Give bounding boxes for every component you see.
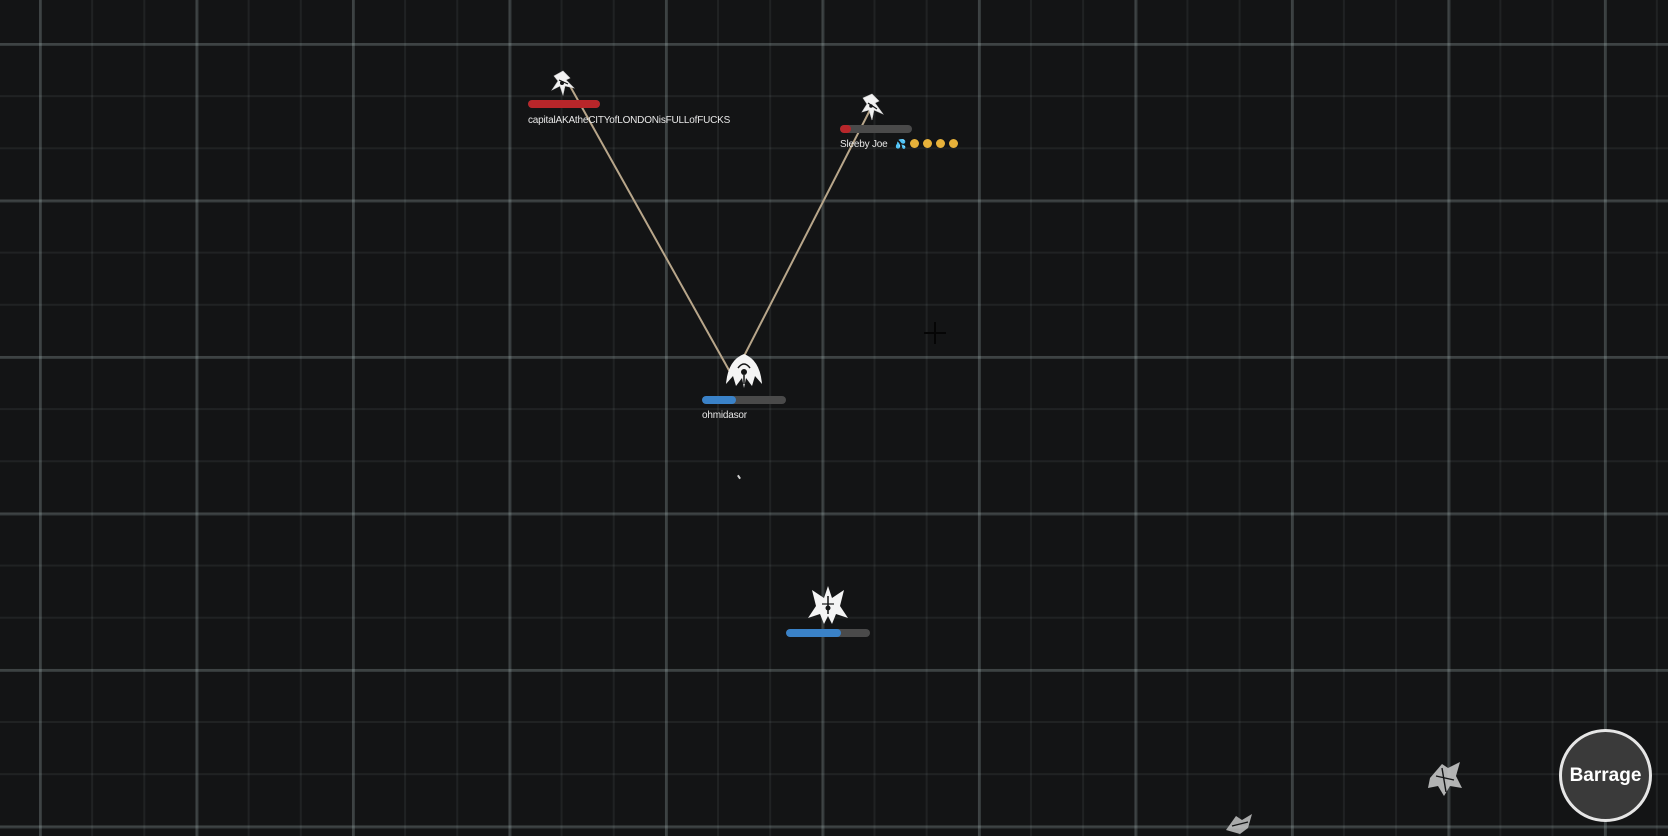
fighter-ship-icon (551, 70, 575, 97)
health-fill (528, 100, 600, 108)
tether-lines (569, 85, 871, 373)
health-bar (840, 125, 912, 133)
sleepy-emoji-icon (923, 139, 933, 148)
dome-ship-icon (726, 354, 762, 388)
sleepy-emoji-icon (910, 139, 920, 148)
player-name: Sleeby Joe 💦 (840, 139, 962, 150)
player-name: capitalAKAtheCITYofLONDONisFULLofFUCKS (528, 115, 731, 126)
sleepy-emoji-icon (936, 139, 946, 148)
winged-ship-icon (808, 586, 848, 624)
health-fill (840, 125, 851, 133)
player-name-text: Sleeby Joe (840, 139, 888, 150)
barrage-button[interactable]: Barrage (1559, 729, 1652, 822)
health-bar (702, 396, 786, 404)
distant-ship-icon[interactable] (1222, 810, 1256, 836)
emoji: 💦 (895, 139, 907, 149)
crosshair-icon (924, 322, 946, 344)
fighter-ship-icon (861, 93, 884, 121)
health-bar (786, 629, 870, 637)
name-emojis: 💦 (895, 139, 962, 150)
tether-line (569, 85, 731, 373)
health-fill (702, 396, 736, 404)
game-arena[interactable]: capitalAKAtheCITYofLONDONisFULLofFUCKS S… (0, 0, 1668, 836)
health-bar (528, 100, 600, 108)
player-name: ohmidasor (702, 410, 747, 421)
distant-ship-icon[interactable] (1424, 758, 1466, 798)
sleepy-emoji-icon (949, 139, 959, 148)
health-fill (786, 629, 841, 637)
